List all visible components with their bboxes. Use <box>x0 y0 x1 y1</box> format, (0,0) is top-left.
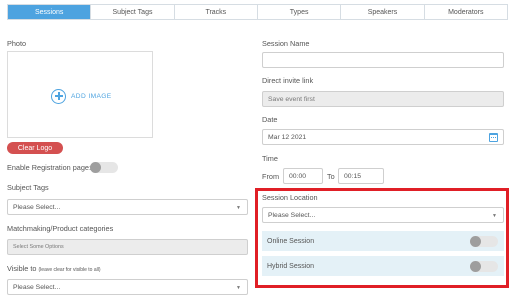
chevron-down-icon: ▼ <box>492 213 497 219</box>
invite-link-value: Save event first <box>268 95 315 103</box>
online-session-row: Online Session <box>262 231 504 251</box>
session-location-select[interactable]: Please Select... ▼ <box>262 207 504 223</box>
calendar-icon[interactable] <box>489 133 498 142</box>
session-name-input[interactable] <box>262 52 504 68</box>
visible-to-label-text: Visible to <box>7 264 37 273</box>
hybrid-session-row: Hybrid Session <box>262 256 504 276</box>
matchmaking-multiselect[interactable]: Select Some Options <box>7 239 248 255</box>
matchmaking-placeholder: Select Some Options <box>13 244 64 250</box>
subject-tags-value: Please Select... <box>13 203 61 211</box>
visible-to-select[interactable]: Please Select... ▼ <box>7 279 248 295</box>
to-label: To <box>327 172 335 181</box>
tab-moderators[interactable]: Moderators <box>424 5 507 19</box>
from-time-value: 00:00 <box>289 172 307 180</box>
visible-to-value: Please Select... <box>13 283 61 291</box>
tab-speakers[interactable]: Speakers <box>341 5 425 19</box>
tab-sessions[interactable]: Sessions <box>8 5 92 19</box>
hybrid-session-label: Hybrid Session <box>267 262 315 270</box>
hybrid-session-toggle[interactable] <box>470 261 498 272</box>
matchmaking-label: Matchmaking/Product categories <box>7 224 114 233</box>
tab-subject-tags[interactable]: Subject Tags <box>91 5 175 19</box>
subject-tags-select[interactable]: Please Select... ▼ <box>7 199 248 215</box>
photo-label: Photo <box>7 39 27 48</box>
add-image-button[interactable]: ADD IMAGE <box>51 89 112 104</box>
visible-to-label: Visible to (leave clear for visible to a… <box>7 264 100 273</box>
toggle-knob <box>470 236 481 247</box>
clear-logo-button[interactable]: Clear Logo <box>7 142 63 154</box>
enable-registration-toggle[interactable] <box>90 162 118 173</box>
to-time-value: 00:15 <box>344 172 362 180</box>
session-location-label: Session Location <box>262 193 318 202</box>
visible-to-note: (leave clear for visible to all) <box>38 267 101 273</box>
toggle-knob <box>90 162 101 173</box>
date-value: Mar 12 2021 <box>268 133 307 141</box>
toggle-knob <box>470 261 481 272</box>
chevron-down-icon: ▼ <box>236 285 241 291</box>
enable-registration-label: Enable Registration page: <box>7 163 91 172</box>
to-time-input[interactable]: 00:15 <box>338 168 384 184</box>
invite-link-field: Save event first <box>262 91 504 107</box>
time-label: Time <box>262 154 278 163</box>
online-session-toggle[interactable] <box>470 236 498 247</box>
from-time-input[interactable]: 00:00 <box>283 168 323 184</box>
date-label: Date <box>262 115 278 124</box>
plus-circle-icon <box>51 89 66 104</box>
invite-link-label: Direct invite link <box>262 76 314 85</box>
photo-upload-area[interactable]: ADD IMAGE <box>7 51 153 138</box>
tab-tracks[interactable]: Tracks <box>174 5 258 19</box>
date-input[interactable]: Mar 12 2021 <box>262 129 504 145</box>
online-session-label: Online Session <box>267 237 315 245</box>
from-label: From <box>262 172 280 181</box>
tab-types[interactable]: Types <box>257 5 342 19</box>
session-location-value: Please Select... <box>268 211 316 219</box>
session-name-label: Session Name <box>262 39 310 48</box>
tab-bar: Sessions Subject Tags Tracks Types Speak… <box>7 4 508 20</box>
add-image-label: ADD IMAGE <box>71 93 112 100</box>
chevron-down-icon: ▼ <box>236 205 241 211</box>
subject-tags-label: Subject Tags <box>7 183 49 192</box>
